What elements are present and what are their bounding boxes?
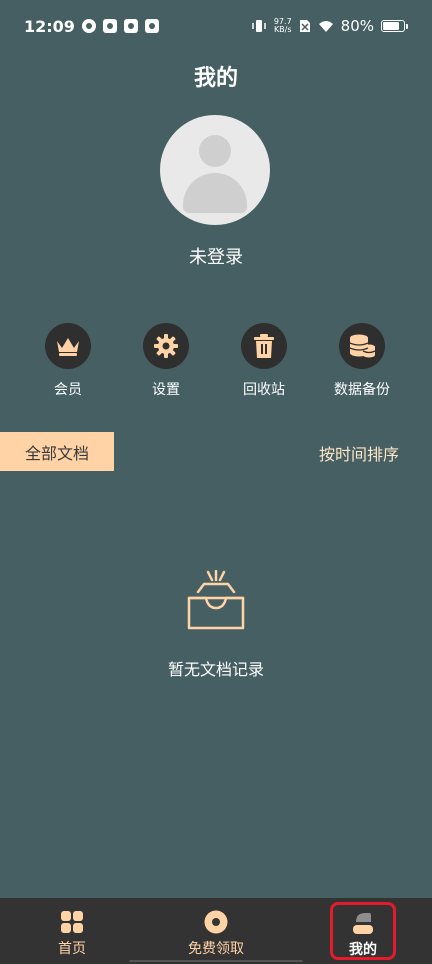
recycle-bin-label: 回收站: [243, 382, 285, 398]
battery-icon: [381, 20, 408, 32]
trash-icon: [254, 334, 274, 358]
status-right: 97.7 KB/s 80%: [251, 17, 408, 35]
home-indicator: [129, 960, 303, 962]
recycle-bin-button[interactable]: 回收站: [219, 323, 309, 399]
data-backup-icon-circle: [339, 323, 385, 369]
vip-label: 会员: [54, 382, 82, 398]
avatar-head: [199, 135, 231, 167]
data-backup-button[interactable]: 数据备份: [317, 323, 407, 399]
status-left: 12:09: [24, 17, 159, 36]
nav-label-me: 我的: [349, 942, 377, 958]
empty-state: 暂无文档记录: [0, 570, 432, 680]
chat-notification-icon: [123, 19, 138, 33]
vip-button[interactable]: 会员: [23, 323, 113, 399]
settings-label: 设置: [152, 382, 180, 398]
network-speed-unit: KB/s: [273, 25, 292, 34]
page-title: 我的: [193, 66, 238, 91]
sort-by-time-button[interactable]: 按时间排序: [319, 441, 399, 465]
empty-state-text: 暂无文档记录: [167, 660, 264, 679]
nav-item-home[interactable]: 首页: [36, 898, 108, 964]
battery-percent: 80%: [340, 17, 374, 35]
avatar[interactable]: [160, 115, 270, 225]
circle-dot-icon: [204, 910, 228, 934]
avatar-body: [183, 173, 247, 213]
empty-inbox-icon: [187, 570, 245, 630]
no-sim-icon: [299, 20, 310, 32]
nav-item-me[interactable]: 我的: [330, 902, 396, 960]
settings-button[interactable]: 设置: [121, 323, 211, 399]
gear-icon: [154, 334, 178, 358]
nav-label-free: 免费领取: [188, 941, 244, 957]
quick-actions: 会员 设置 回收站 数据备份: [0, 323, 432, 403]
check-notification-icon: [81, 19, 96, 33]
status-bar: 12:09 97.7 KB/s 80%: [0, 0, 432, 52]
database-backup-icon: [349, 334, 376, 358]
login-status[interactable]: 未登录: [0, 243, 432, 269]
wifi-icon: [318, 20, 333, 32]
nav-label-home: 首页: [58, 941, 86, 957]
settings-icon-circle: [143, 323, 189, 369]
tab-all-documents[interactable]: 全部文档: [0, 432, 114, 471]
status-time: 12:09: [24, 16, 75, 36]
data-backup-label: 数据备份: [334, 382, 390, 398]
nav-item-free[interactable]: 免费领取: [172, 898, 260, 964]
network-speed: 97.7 KB/s: [274, 18, 292, 34]
bottom-nav: 首页 免费领取 我的: [0, 898, 432, 964]
crown-icon: [57, 338, 79, 356]
vibrate-icon: [252, 20, 266, 32]
profile-icon: [353, 913, 373, 934]
play-notification-icon: [102, 19, 117, 33]
recycle-bin-icon-circle: [241, 323, 287, 369]
mail-notification-icon: [144, 19, 159, 33]
grid-icon: [61, 911, 83, 933]
vip-icon-circle: [45, 323, 91, 369]
